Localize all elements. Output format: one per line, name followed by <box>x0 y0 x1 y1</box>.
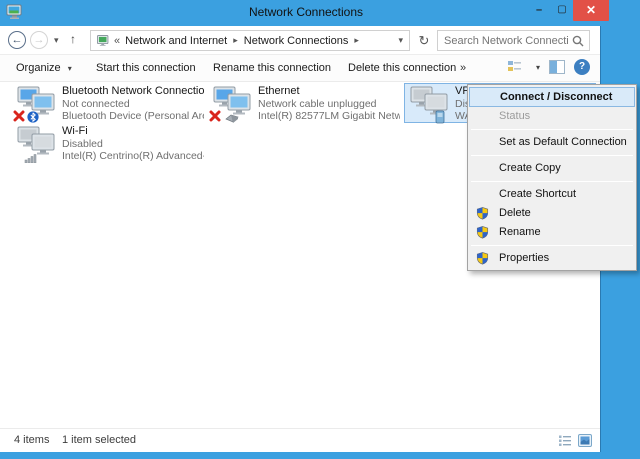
menu-item-label: Delete <box>499 207 531 219</box>
connection-name: Ethernet <box>258 85 400 98</box>
toolbar-overflow-button[interactable]: » <box>452 55 474 81</box>
menu-item-set-default[interactable]: Set as Default Connection <box>469 133 635 152</box>
network-adapter-icon <box>212 86 254 120</box>
command-bar: Organize ▾ Start this connection Rename … <box>0 55 600 82</box>
recent-pages-dropdown-icon[interactable]: ▾ <box>54 35 59 46</box>
connection-status: Network cable unplugged <box>258 98 400 110</box>
help-icon[interactable]: ? <box>574 59 590 75</box>
connection-name: Wi-Fi <box>62 125 204 138</box>
close-button[interactable]: ✕ <box>573 0 609 21</box>
change-view-dropdown-icon[interactable]: ▾ <box>536 63 540 72</box>
preview-pane-icon[interactable] <box>549 60 565 74</box>
uac-shield-icon <box>476 207 489 220</box>
breadcrumb-item-network-and-internet[interactable]: Network and Internet <box>125 35 227 47</box>
navigation-bar: ← → ▾ ↑ « Network and Internet ▸ Network… <box>0 26 600 55</box>
details-view-icon[interactable] <box>558 434 572 447</box>
menu-item-properties[interactable]: Properties <box>469 249 635 268</box>
connection-status: Disabled <box>62 138 204 150</box>
menu-item-connect-disconnect[interactable]: Connect / Disconnect <box>469 87 635 107</box>
menu-separator <box>471 245 633 246</box>
uac-shield-icon <box>476 226 489 239</box>
menu-separator <box>471 181 633 182</box>
connection-device: Bluetooth Device (Personal Area ... <box>62 110 204 122</box>
vpn-device-icon <box>435 110 445 124</box>
connection-item-ethernet[interactable]: Ethernet Network cable unplugged Intel(R… <box>208 84 400 124</box>
connection-item-bluetooth[interactable]: Bluetooth Network Connection Not connect… <box>12 84 204 124</box>
minimize-button[interactable]: – <box>528 0 550 21</box>
address-dropdown-icon[interactable]: ▾ <box>398 35 403 46</box>
titlebar: Network Connections – ▢ ✕ <box>0 0 612 26</box>
items-count: 4 items <box>14 434 49 446</box>
screen: Network Connections – ▢ ✕ ← → ▾ ↑ « Netw… <box>0 0 640 459</box>
search-icon[interactable] <box>572 35 584 47</box>
back-button[interactable]: ← <box>8 31 26 49</box>
connection-status: Not connected <box>62 98 204 110</box>
rename-connection-button[interactable]: Rename this connection <box>205 55 339 81</box>
breadcrumb-chevron-icon[interactable]: ▸ <box>233 35 238 46</box>
breadcrumb-chevron-icon[interactable]: ▸ <box>354 35 359 46</box>
menu-separator <box>471 129 633 130</box>
network-adapter-icon <box>409 86 451 120</box>
change-view-icon[interactable] <box>507 59 523 75</box>
disconnected-x-icon <box>13 110 25 122</box>
connection-device: Intel(R) 82577LM Gigabit Network... <box>258 110 400 122</box>
menu-separator <box>471 155 633 156</box>
connection-device: Intel(R) Centrino(R) Advanced-N ... <box>62 150 204 162</box>
breadcrumb[interactable]: « Network and Internet ▸ Network Connect… <box>90 30 410 51</box>
menu-item-label: Rename <box>499 226 541 238</box>
menu-item-create-copy[interactable]: Create Copy <box>469 159 635 178</box>
disconnected-x-icon <box>209 110 221 122</box>
maximize-button[interactable]: ▢ <box>551 0 573 21</box>
breadcrumb-item-network-connections[interactable]: Network Connections <box>244 35 349 47</box>
menu-item-rename[interactable]: Rename <box>469 223 635 242</box>
uac-shield-icon <box>476 252 489 265</box>
organize-button[interactable]: Organize ▾ <box>8 55 80 81</box>
forward-button[interactable]: → <box>30 31 48 49</box>
organize-dropdown-icon: ▾ <box>68 64 72 73</box>
up-button[interactable]: ↑ <box>70 32 76 46</box>
search-input[interactable] <box>444 32 569 49</box>
search-box[interactable] <box>437 30 590 51</box>
delete-connection-button[interactable]: Delete this connection <box>340 55 464 81</box>
start-connection-button[interactable]: Start this connection <box>88 55 204 81</box>
menu-item-status: Status <box>469 107 635 126</box>
menu-item-delete[interactable]: Delete <box>469 204 635 223</box>
connection-item-wifi[interactable]: Wi-Fi Disabled Intel(R) Centrino(R) Adva… <box>12 124 204 164</box>
bluetooth-icon <box>27 111 39 123</box>
breadcrumb-collapse-chevron[interactable]: « <box>114 35 120 47</box>
menu-item-label: Properties <box>499 252 549 264</box>
status-bar: 4 items 1 item selected <box>0 428 600 452</box>
network-adapter-icon <box>16 86 58 120</box>
organize-label: Organize <box>16 62 61 74</box>
selected-count: 1 item selected <box>62 434 136 446</box>
context-menu: Connect / Disconnect Status Set as Defau… <box>467 84 637 271</box>
large-icons-view-icon[interactable] <box>578 434 592 447</box>
connection-name: Bluetooth Network Connection <box>62 85 204 98</box>
window-title: Network Connections <box>0 0 612 26</box>
location-icon <box>96 35 110 47</box>
wifi-signal-icon <box>24 153 38 163</box>
ethernet-plug-icon <box>225 113 240 123</box>
menu-item-create-shortcut[interactable]: Create Shortcut <box>469 185 635 204</box>
refresh-button[interactable]: ↻ <box>415 32 433 50</box>
network-adapter-icon <box>16 126 58 160</box>
